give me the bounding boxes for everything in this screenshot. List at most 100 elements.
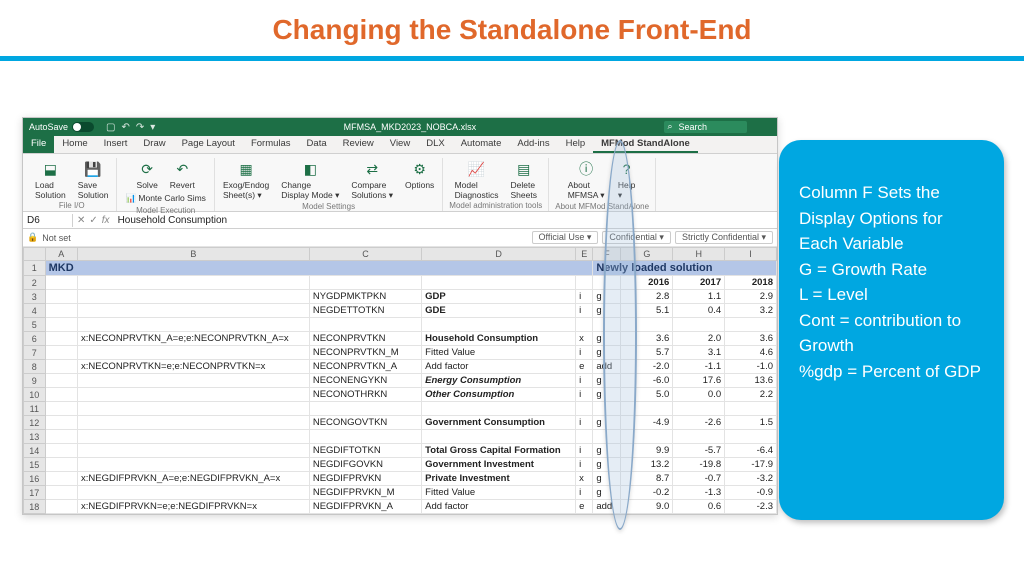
cell[interactable]: 5.1 bbox=[621, 304, 673, 318]
cell[interactable]: 1.5 bbox=[725, 416, 777, 430]
cell[interactable]: Fitted Value bbox=[422, 346, 576, 360]
cell[interactable]: i bbox=[576, 416, 593, 430]
cell[interactable]: g bbox=[593, 304, 621, 318]
ribbon-button[interactable]: ⟳Solve bbox=[135, 158, 160, 191]
monte-carlo-sims[interactable]: 📊 Monte Carlo Sims bbox=[123, 191, 208, 206]
cell[interactable] bbox=[45, 486, 77, 500]
formula-value[interactable]: Household Consumption bbox=[114, 215, 232, 226]
cell[interactable]: 13.2 bbox=[621, 458, 673, 472]
tab-home[interactable]: Home bbox=[54, 136, 95, 153]
cell[interactable]: x:NEGDIFPRVKN=e;e:NEGDIFPRVKN=x bbox=[77, 500, 309, 514]
cell[interactable]: 5.7 bbox=[621, 346, 673, 360]
cell[interactable]: Government Consumption bbox=[422, 416, 576, 430]
cell[interactable]: add bbox=[593, 500, 621, 514]
cell[interactable]: NEGDIFPRVKN_M bbox=[309, 486, 421, 500]
cell[interactable]: -1.3 bbox=[673, 486, 725, 500]
cell[interactable]: -4.9 bbox=[621, 416, 673, 430]
cell[interactable]: 17.6 bbox=[673, 374, 725, 388]
cell[interactable]: 1.1 bbox=[673, 290, 725, 304]
column-header[interactable]: A bbox=[45, 248, 77, 261]
cell[interactable]: NECONPRVTKN_M bbox=[309, 346, 421, 360]
cell[interactable] bbox=[422, 318, 576, 332]
cell[interactable] bbox=[45, 416, 77, 430]
tab-insert[interactable]: Insert bbox=[96, 136, 136, 153]
cell[interactable] bbox=[45, 360, 77, 374]
cell[interactable] bbox=[576, 276, 593, 290]
cell[interactable]: NECONGOVTKN bbox=[309, 416, 421, 430]
cell[interactable]: x:NECONPRVTKN=e;e:NECONPRVTKN=x bbox=[77, 360, 309, 374]
autosave-toggle[interactable]: AutoSave bbox=[23, 122, 100, 132]
cell[interactable]: Private Investment bbox=[422, 472, 576, 486]
cell[interactable] bbox=[45, 444, 77, 458]
row-header[interactable]: 2 bbox=[24, 276, 46, 290]
cell[interactable]: Government Investment bbox=[422, 458, 576, 472]
ribbon-button[interactable]: ⬓LoadSolution bbox=[33, 158, 68, 201]
cell[interactable] bbox=[45, 472, 77, 486]
cell[interactable] bbox=[673, 318, 725, 332]
column-header[interactable]: E bbox=[576, 248, 593, 261]
cell[interactable]: 9.9 bbox=[621, 444, 673, 458]
formula-controls[interactable]: ✕✓fx bbox=[73, 215, 114, 226]
ribbon-button[interactable]: ▦Exog/EndogSheet(s) ▾ bbox=[221, 158, 271, 202]
cell[interactable] bbox=[77, 318, 309, 332]
cell[interactable]: i bbox=[576, 346, 593, 360]
cell[interactable] bbox=[422, 402, 576, 416]
ribbon-button[interactable]: ⚙Options bbox=[403, 158, 436, 202]
cell[interactable]: i bbox=[576, 458, 593, 472]
tab-help[interactable]: Help bbox=[558, 136, 594, 153]
spreadsheet-grid[interactable]: ABCDEFGHI 1MKDNewly loaded solution22016… bbox=[23, 247, 777, 514]
cell[interactable]: -6.4 bbox=[725, 444, 777, 458]
row-header[interactable]: 9 bbox=[24, 374, 46, 388]
cell[interactable]: NECONOTHRKN bbox=[309, 388, 421, 402]
cell[interactable]: i bbox=[576, 388, 593, 402]
ribbon-button[interactable]: ?Help▾ bbox=[615, 158, 639, 202]
cell[interactable]: 0.0 bbox=[673, 388, 725, 402]
ribbon-button[interactable]: ⓘAboutMFMSA ▾ bbox=[566, 158, 607, 202]
tab-mfmod-standalone[interactable]: MFMod StandAlone bbox=[593, 136, 698, 153]
cell[interactable] bbox=[45, 374, 77, 388]
cell[interactable] bbox=[77, 430, 309, 444]
cell[interactable]: i bbox=[576, 486, 593, 500]
tab-automate[interactable]: Automate bbox=[453, 136, 510, 153]
tab-data[interactable]: Data bbox=[299, 136, 335, 153]
cell[interactable]: NEGDIFPRVKN bbox=[309, 472, 421, 486]
cell[interactable]: NEGDIFTOTKN bbox=[309, 444, 421, 458]
cell[interactable]: 2017 bbox=[673, 276, 725, 290]
quick-access-toolbar[interactable]: ▢ ↶ ↷ ▾ bbox=[100, 122, 155, 133]
row-header[interactable]: 12 bbox=[24, 416, 46, 430]
ribbon-button[interactable]: 💾SaveSolution bbox=[76, 158, 111, 201]
cell[interactable] bbox=[593, 430, 621, 444]
cell[interactable]: 2.8 bbox=[621, 290, 673, 304]
cell[interactable]: -2.0 bbox=[621, 360, 673, 374]
qat-dropdown-icon[interactable]: ▾ bbox=[150, 122, 155, 133]
column-header[interactable]: B bbox=[77, 248, 309, 261]
cell[interactable]: 3.6 bbox=[621, 332, 673, 346]
cell[interactable]: x bbox=[576, 332, 593, 346]
cell[interactable]: g bbox=[593, 346, 621, 360]
cell[interactable] bbox=[309, 402, 421, 416]
cell[interactable]: -0.2 bbox=[621, 486, 673, 500]
cell[interactable]: -2.3 bbox=[725, 500, 777, 514]
cell[interactable]: 3.1 bbox=[673, 346, 725, 360]
cell[interactable]: g bbox=[593, 332, 621, 346]
tab-page-layout[interactable]: Page Layout bbox=[174, 136, 243, 153]
cell[interactable] bbox=[725, 430, 777, 444]
cell[interactable]: NEGDIFPRVKN_A bbox=[309, 500, 421, 514]
cell[interactable] bbox=[725, 318, 777, 332]
cell[interactable] bbox=[621, 402, 673, 416]
row-header[interactable]: 15 bbox=[24, 458, 46, 472]
cell[interactable] bbox=[77, 458, 309, 472]
cell[interactable]: x:NEGDIFPRVKN_A=e;e:NEGDIFPRVKN_A=x bbox=[77, 472, 309, 486]
cell[interactable]: -6.0 bbox=[621, 374, 673, 388]
cell[interactable] bbox=[673, 430, 725, 444]
tab-add-ins[interactable]: Add-ins bbox=[509, 136, 557, 153]
ribbon-button[interactable]: ◧ChangeDisplay Mode ▾ bbox=[279, 158, 341, 202]
cell[interactable]: 5.0 bbox=[621, 388, 673, 402]
cell[interactable] bbox=[309, 276, 421, 290]
cell[interactable]: 2018 bbox=[725, 276, 777, 290]
cell[interactable] bbox=[45, 318, 77, 332]
cell[interactable] bbox=[593, 318, 621, 332]
row-header[interactable]: 14 bbox=[24, 444, 46, 458]
tab-draw[interactable]: Draw bbox=[135, 136, 173, 153]
cell[interactable] bbox=[422, 276, 576, 290]
